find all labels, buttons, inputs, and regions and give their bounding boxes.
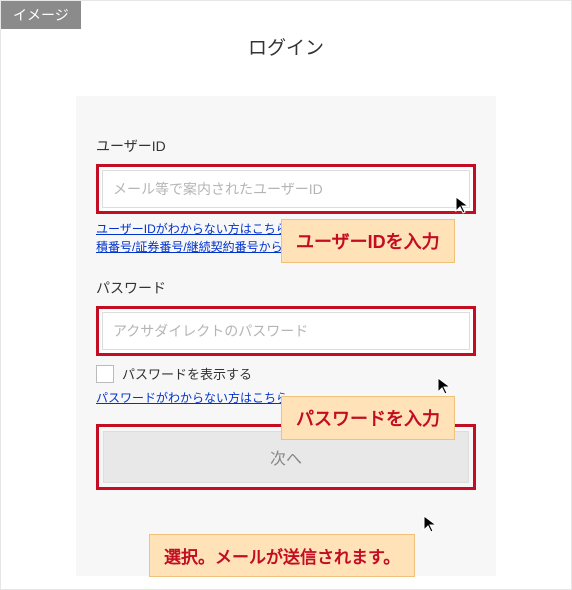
image-badge: イメージ [1,1,81,29]
password-input[interactable] [102,312,470,350]
password-label: パスワード [96,278,476,298]
login-panel: ユーザーID ユーザーIDがわからない方はこちら（見積番号/証券番号/継続契約番… [76,96,496,576]
page-title: ログイン [1,1,571,60]
show-password-label: パスワードを表示する [122,364,252,383]
next-button[interactable]: 次へ [103,431,469,483]
user-id-highlight [96,164,476,214]
next-button-highlight: 次へ [96,424,476,490]
user-id-help-link[interactable]: ユーザーIDがわからない方はこちら（見積番号/証券番号/継続契約番号から） [96,220,316,256]
user-id-label: ユーザーID [96,136,476,156]
password-highlight [96,306,476,356]
show-password-checkbox[interactable] [96,365,114,383]
user-id-input[interactable] [102,170,470,208]
password-help-link[interactable]: パスワードがわからない方はこちら [96,389,288,406]
